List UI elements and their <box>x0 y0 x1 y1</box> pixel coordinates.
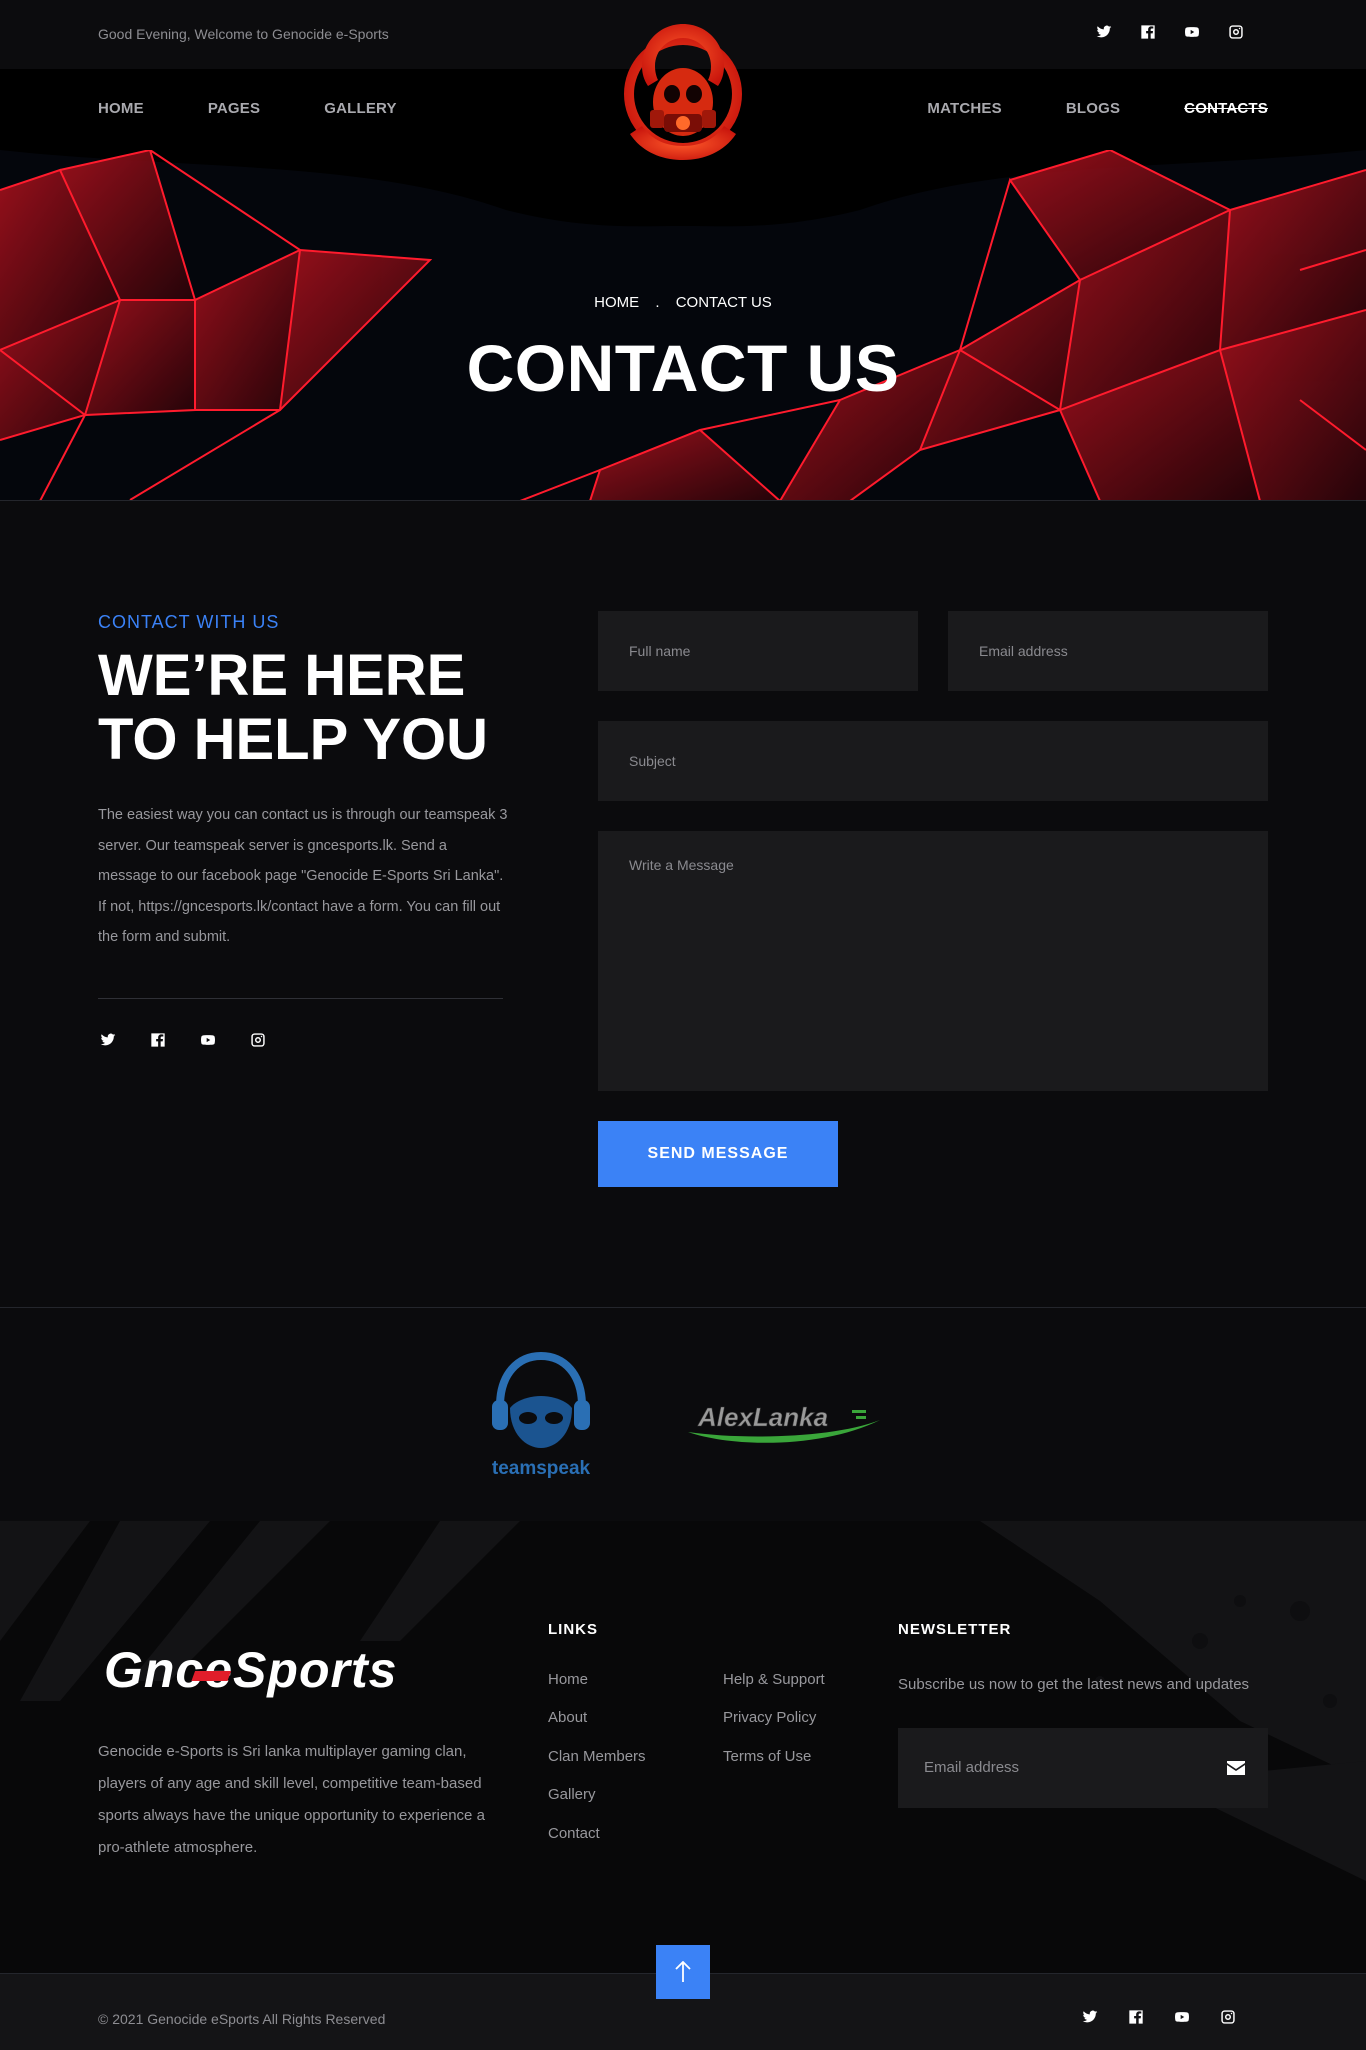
teamspeak-headset-icon: teamspeak <box>492 1351 591 1479</box>
instagram-icon[interactable] <box>1218 2007 1238 2027</box>
footer-link-terms[interactable]: Terms of Use <box>723 1748 825 1786</box>
message-textarea[interactable]: Write a Message <box>598 831 1268 1091</box>
twitter-icon[interactable] <box>1080 2007 1100 2027</box>
footer-description: Genocide e-Sports is Sri lanka multiplay… <box>98 1743 485 1856</box>
footer-link-home[interactable]: Home <box>548 1671 646 1709</box>
footer-links-col-1: Home About Clan Members Gallery Contact <box>548 1671 646 1863</box>
facebook-icon[interactable] <box>1126 2007 1146 2027</box>
facebook-icon[interactable] <box>148 1030 168 1050</box>
email-input[interactable]: Email address <box>948 611 1268 691</box>
polygon-background <box>0 150 1366 500</box>
footer-link-privacy[interactable]: Privacy Policy <box>723 1709 825 1747</box>
biohazard-skull-logo-icon <box>624 24 742 160</box>
nav-gallery[interactable]: GALLERY <box>324 100 397 117</box>
divider <box>98 998 503 999</box>
top-social-links <box>1094 22 1246 42</box>
alexlanka-swoosh-icon: AlexLanka <box>688 1402 880 1443</box>
email-placeholder: Email address <box>979 643 1068 659</box>
newsletter-placeholder: Email address <box>924 1759 1020 1776</box>
arrow-up-icon <box>675 1961 691 1982</box>
nav-home[interactable]: HOME <box>98 100 144 117</box>
alexlanka-label: AlexLanka <box>697 1402 828 1432</box>
youtube-icon[interactable] <box>1172 2007 1192 2027</box>
footer-link-clan-members[interactable]: Clan Members <box>548 1748 646 1786</box>
bottom-social-links <box>1080 2007 1238 2027</box>
teamspeak-logo[interactable]: teamspeak <box>486 1348 596 1483</box>
teamspeak-label: teamspeak <box>492 1458 591 1478</box>
page-title: CONTACT US <box>466 331 900 405</box>
full-name-input[interactable]: Full name <box>598 611 918 691</box>
footer-link-contact[interactable]: Contact <box>548 1825 646 1863</box>
partners-strip: teamspeak AlexLanka <box>0 1307 1366 1521</box>
message-placeholder: Write a Message <box>629 857 734 873</box>
section-headline: WE’RE HERE TO HELP YOU <box>98 643 488 772</box>
gncesports-wordmark: GnceSports <box>104 1642 397 1698</box>
send-message-button[interactable]: SEND MESSAGE <box>598 1121 838 1187</box>
instagram-icon[interactable] <box>1226 22 1246 42</box>
subject-placeholder: Subject <box>629 753 676 769</box>
breadcrumb: HOME . CONTACT US <box>0 294 1366 311</box>
instagram-icon[interactable] <box>248 1030 268 1050</box>
footer-logo[interactable]: GnceSports <box>98 1641 468 1706</box>
nav-contacts[interactable]: CONTACTS <box>1184 100 1268 117</box>
youtube-icon[interactable] <box>1182 22 1202 42</box>
footer-link-about[interactable]: About <box>548 1709 646 1747</box>
breadcrumb-separator: . <box>655 294 660 311</box>
nav-matches[interactable]: MATCHES <box>927 100 1001 117</box>
breadcrumb-home[interactable]: HOME <box>594 294 639 311</box>
newsletter-text: Subscribe us now to get the latest news … <box>898 1676 1250 1693</box>
facebook-icon[interactable] <box>1138 22 1158 42</box>
footer-link-help[interactable]: Help & Support <box>723 1671 825 1709</box>
twitter-icon[interactable] <box>1094 22 1114 42</box>
links-heading: LINKS <box>548 1621 598 1638</box>
footer-links-col-2: Help & Support Privacy Policy Terms of U… <box>723 1671 825 1786</box>
contact-social-links <box>98 1030 268 1050</box>
footer-link-gallery[interactable]: Gallery <box>548 1786 646 1824</box>
newsletter-email-input[interactable]: Email address <box>898 1728 1268 1808</box>
site-logo[interactable] <box>600 14 766 174</box>
greeting-text: Good Evening, Welcome to Genocide e-Spor… <box>98 26 389 42</box>
full-name-placeholder: Full name <box>629 643 691 659</box>
youtube-icon[interactable] <box>198 1030 218 1050</box>
envelope-icon[interactable] <box>1224 1756 1248 1780</box>
subject-input[interactable]: Subject <box>598 721 1268 801</box>
section-kicker: CONTACT WITH US <box>98 612 280 632</box>
contact-description: The easiest way you can contact us is th… <box>98 807 508 945</box>
copyright-text: © 2021 Genocide eSports All Rights Reser… <box>98 2011 386 2027</box>
newsletter-heading: NEWSLETTER <box>898 1621 1012 1638</box>
twitter-icon[interactable] <box>98 1030 118 1050</box>
nav-blogs[interactable]: BLOGS <box>1066 100 1120 117</box>
scroll-to-top-button[interactable] <box>656 1945 710 1999</box>
page-hero: HOME . CONTACT US CONTACT US <box>0 150 1366 501</box>
nav-pages[interactable]: PAGES <box>208 100 260 117</box>
footer-logo-text: GnceSports <box>104 1642 397 1698</box>
alexlanka-logo[interactable]: AlexLanka <box>684 1392 884 1457</box>
breadcrumb-current: CONTACT US <box>675 294 772 311</box>
